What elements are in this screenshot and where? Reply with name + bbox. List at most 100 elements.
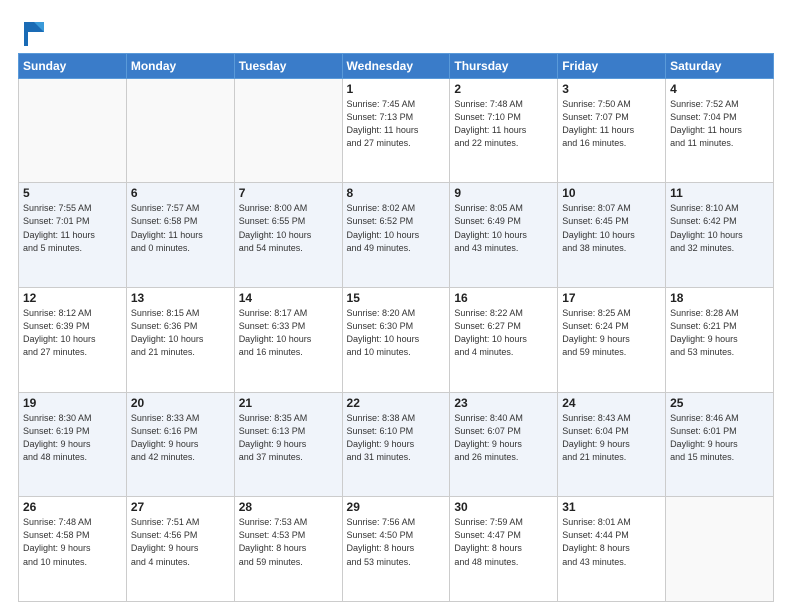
day-detail: Sunrise: 7:50 AM Sunset: 7:07 PM Dayligh…: [562, 98, 661, 150]
day-detail: Sunrise: 7:56 AM Sunset: 4:50 PM Dayligh…: [347, 516, 446, 568]
day-number: 23: [454, 396, 553, 410]
day-detail: Sunrise: 8:30 AM Sunset: 6:19 PM Dayligh…: [23, 412, 122, 464]
day-number: 19: [23, 396, 122, 410]
calendar-cell: 14 Sunrise: 8:17 AM Sunset: 6:33 PM Dayli…: [234, 288, 342, 393]
day-detail: Sunrise: 7:48 AM Sunset: 4:58 PM Dayligh…: [23, 516, 122, 568]
day-detail: Sunrise: 8:12 AM Sunset: 6:39 PM Dayligh…: [23, 307, 122, 359]
day-detail: Sunrise: 8:28 AM Sunset: 6:21 PM Dayligh…: [670, 307, 769, 359]
day-detail: Sunrise: 8:15 AM Sunset: 6:36 PM Dayligh…: [131, 307, 230, 359]
day-number: 10: [562, 186, 661, 200]
day-detail: Sunrise: 8:20 AM Sunset: 6:30 PM Dayligh…: [347, 307, 446, 359]
calendar-week-row: 5 Sunrise: 7:55 AM Sunset: 7:01 PM Daylig…: [19, 183, 774, 288]
day-detail: Sunrise: 7:53 AM Sunset: 4:53 PM Dayligh…: [239, 516, 338, 568]
day-number: 16: [454, 291, 553, 305]
calendar-cell: 7Sunrise: 8:00 AM Sunset: 6:55 PM Daylig…: [234, 183, 342, 288]
day-number: 4: [670, 82, 769, 96]
calendar-cell: 16 Sunrise: 8:22 AM Sunset: 6:27 PM Dayli…: [450, 288, 558, 393]
col-header-thursday: Thursday: [450, 53, 558, 78]
day-detail: Sunrise: 8:46 AM Sunset: 6:01 PM Dayligh…: [670, 412, 769, 464]
day-detail: Sunrise: 8:02 AM Sunset: 6:52 PM Dayligh…: [347, 202, 446, 254]
day-number: 14: [239, 291, 338, 305]
day-number: 12: [23, 291, 122, 305]
day-detail: Sunrise: 7:45 AM Sunset: 7:13 PM Dayligh…: [347, 98, 446, 150]
day-number: 8: [347, 186, 446, 200]
calendar-header-row: SundayMondayTuesdayWednesdayThursdayFrid…: [19, 53, 774, 78]
calendar-cell: 10 Sunrise: 8:07 AM Sunset: 6:45 PM Dayli…: [558, 183, 666, 288]
day-number: 2: [454, 82, 553, 96]
calendar-week-row: 19 Sunrise: 8:30 AM Sunset: 6:19 PM Dayli…: [19, 392, 774, 497]
day-detail: Sunrise: 8:25 AM Sunset: 6:24 PM Dayligh…: [562, 307, 661, 359]
day-number: 22: [347, 396, 446, 410]
calendar-cell: 30Sunrise: 7:59 AM Sunset: 4:47 PM Dayli…: [450, 497, 558, 602]
day-number: 1: [347, 82, 446, 96]
calendar-cell: 22 Sunrise: 8:38 AM Sunset: 6:10 PM Dayli…: [342, 392, 450, 497]
calendar-cell: 5 Sunrise: 7:55 AM Sunset: 7:01 PM Daylig…: [19, 183, 127, 288]
day-number: 3: [562, 82, 661, 96]
calendar-cell: 24Sunrise: 8:43 AM Sunset: 6:04 PM Dayli…: [558, 392, 666, 497]
calendar-cell: 3 Sunrise: 7:50 AM Sunset: 7:07 PM Daylig…: [558, 78, 666, 183]
calendar-cell: 11 Sunrise: 8:10 AM Sunset: 6:42 PM Dayli…: [666, 183, 774, 288]
day-detail: Sunrise: 8:01 AM Sunset: 4:44 PM Dayligh…: [562, 516, 661, 568]
calendar-table: SundayMondayTuesdayWednesdayThursdayFrid…: [18, 53, 774, 602]
calendar-week-row: 1 Sunrise: 7:45 AM Sunset: 7:13 PM Daylig…: [19, 78, 774, 183]
calendar-cell: 1 Sunrise: 7:45 AM Sunset: 7:13 PM Daylig…: [342, 78, 450, 183]
calendar-cell: 21Sunrise: 8:35 AM Sunset: 6:13 PM Dayli…: [234, 392, 342, 497]
col-header-wednesday: Wednesday: [342, 53, 450, 78]
calendar-cell: 13 Sunrise: 8:15 AM Sunset: 6:36 PM Dayli…: [126, 288, 234, 393]
day-detail: Sunrise: 7:48 AM Sunset: 7:10 PM Dayligh…: [454, 98, 553, 150]
col-header-tuesday: Tuesday: [234, 53, 342, 78]
day-number: 28: [239, 500, 338, 514]
calendar-cell: 12 Sunrise: 8:12 AM Sunset: 6:39 PM Dayli…: [19, 288, 127, 393]
day-number: 17: [562, 291, 661, 305]
calendar-cell: 2 Sunrise: 7:48 AM Sunset: 7:10 PM Daylig…: [450, 78, 558, 183]
calendar-cell: 31 Sunrise: 8:01 AM Sunset: 4:44 PM Dayli…: [558, 497, 666, 602]
calendar-cell: [126, 78, 234, 183]
calendar-cell: [19, 78, 127, 183]
day-detail: Sunrise: 7:55 AM Sunset: 7:01 PM Dayligh…: [23, 202, 122, 254]
calendar-cell: 23 Sunrise: 8:40 AM Sunset: 6:07 PM Dayli…: [450, 392, 558, 497]
day-number: 18: [670, 291, 769, 305]
calendar-cell: 4 Sunrise: 7:52 AM Sunset: 7:04 PM Daylig…: [666, 78, 774, 183]
day-detail: Sunrise: 8:22 AM Sunset: 6:27 PM Dayligh…: [454, 307, 553, 359]
day-number: 15: [347, 291, 446, 305]
calendar-cell: 20Sunrise: 8:33 AM Sunset: 6:16 PM Dayli…: [126, 392, 234, 497]
calendar-cell: 29 Sunrise: 7:56 AM Sunset: 4:50 PM Dayli…: [342, 497, 450, 602]
calendar-cell: 17 Sunrise: 8:25 AM Sunset: 6:24 PM Dayli…: [558, 288, 666, 393]
day-number: 25: [670, 396, 769, 410]
day-number: 27: [131, 500, 230, 514]
calendar-cell: 19 Sunrise: 8:30 AM Sunset: 6:19 PM Dayli…: [19, 392, 127, 497]
day-detail: Sunrise: 8:43 AM Sunset: 6:04 PM Dayligh…: [562, 412, 661, 464]
day-number: 31: [562, 500, 661, 514]
calendar-week-row: 12 Sunrise: 8:12 AM Sunset: 6:39 PM Dayli…: [19, 288, 774, 393]
day-number: 29: [347, 500, 446, 514]
day-number: 21: [239, 396, 338, 410]
calendar-cell: 15 Sunrise: 8:20 AM Sunset: 6:30 PM Dayli…: [342, 288, 450, 393]
calendar-cell: 8 Sunrise: 8:02 AM Sunset: 6:52 PM Daylig…: [342, 183, 450, 288]
day-number: 20: [131, 396, 230, 410]
col-header-friday: Friday: [558, 53, 666, 78]
day-detail: Sunrise: 8:00 AM Sunset: 6:55 PM Dayligh…: [239, 202, 338, 254]
day-number: 11: [670, 186, 769, 200]
day-detail: Sunrise: 8:05 AM Sunset: 6:49 PM Dayligh…: [454, 202, 553, 254]
day-detail: Sunrise: 8:40 AM Sunset: 6:07 PM Dayligh…: [454, 412, 553, 464]
day-detail: Sunrise: 8:17 AM Sunset: 6:33 PM Dayligh…: [239, 307, 338, 359]
day-detail: Sunrise: 7:51 AM Sunset: 4:56 PM Dayligh…: [131, 516, 230, 568]
calendar-cell: 6Sunrise: 7:57 AM Sunset: 6:58 PM Daylig…: [126, 183, 234, 288]
day-detail: Sunrise: 7:52 AM Sunset: 7:04 PM Dayligh…: [670, 98, 769, 150]
logo-flag-icon: [20, 18, 48, 46]
day-number: 13: [131, 291, 230, 305]
page: SundayMondayTuesdayWednesdayThursdayFrid…: [0, 0, 792, 612]
calendar-cell: [234, 78, 342, 183]
calendar-week-row: 26 Sunrise: 7:48 AM Sunset: 4:58 PM Dayli…: [19, 497, 774, 602]
calendar-cell: 18 Sunrise: 8:28 AM Sunset: 6:21 PM Dayli…: [666, 288, 774, 393]
day-detail: Sunrise: 8:07 AM Sunset: 6:45 PM Dayligh…: [562, 202, 661, 254]
day-number: 5: [23, 186, 122, 200]
day-number: 9: [454, 186, 553, 200]
day-detail: Sunrise: 8:10 AM Sunset: 6:42 PM Dayligh…: [670, 202, 769, 254]
day-detail: Sunrise: 8:38 AM Sunset: 6:10 PM Dayligh…: [347, 412, 446, 464]
day-number: 30: [454, 500, 553, 514]
day-number: 26: [23, 500, 122, 514]
logo: [18, 18, 48, 45]
day-detail: Sunrise: 7:57 AM Sunset: 6:58 PM Dayligh…: [131, 202, 230, 254]
calendar-cell: 28 Sunrise: 7:53 AM Sunset: 4:53 PM Dayli…: [234, 497, 342, 602]
